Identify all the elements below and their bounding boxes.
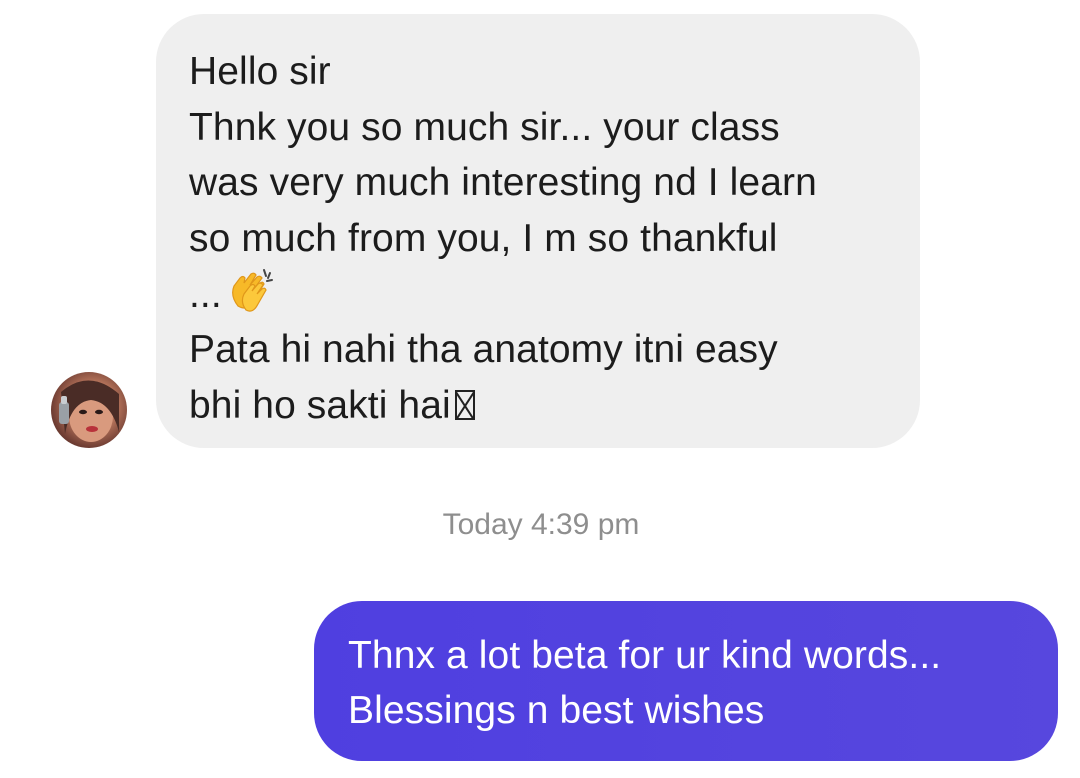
message-line-last: bhi ho sakti hai <box>189 378 890 434</box>
clapping-hands-icon <box>224 266 276 318</box>
user-avatar-icon[interactable] <box>51 372 127 448</box>
outgoing-message-bubble[interactable]: Thnx a lot beta for ur kind words... Ble… <box>314 601 1058 761</box>
message-line: Pata hi nahi tha anatomy itni easy <box>189 328 778 371</box>
message-text: bhi ho sakti hai <box>189 383 451 427</box>
timestamp-text: Today 4:39 pm <box>442 508 640 541</box>
incoming-message-bubble[interactable]: Hello sir Thnk you so much sir... your c… <box>156 14 920 448</box>
message-line: was very much interesting nd I learn <box>189 161 817 204</box>
message-line: Blessings n best wishes <box>348 689 765 732</box>
message-line-emoji: ... <box>189 266 890 322</box>
ellipsis-text: ... <box>189 272 222 316</box>
message-line: Thnx a lot beta for ur kind words... <box>348 634 942 677</box>
message-line: Thnk you so much sir... your class <box>189 105 780 149</box>
message-line: Hello sir <box>189 50 331 93</box>
missing-glyph-box-icon <box>454 389 475 420</box>
message-line: so much from you, I m so thankful <box>189 216 778 260</box>
message-timestamp: Today 4:39 pm <box>0 508 1080 542</box>
